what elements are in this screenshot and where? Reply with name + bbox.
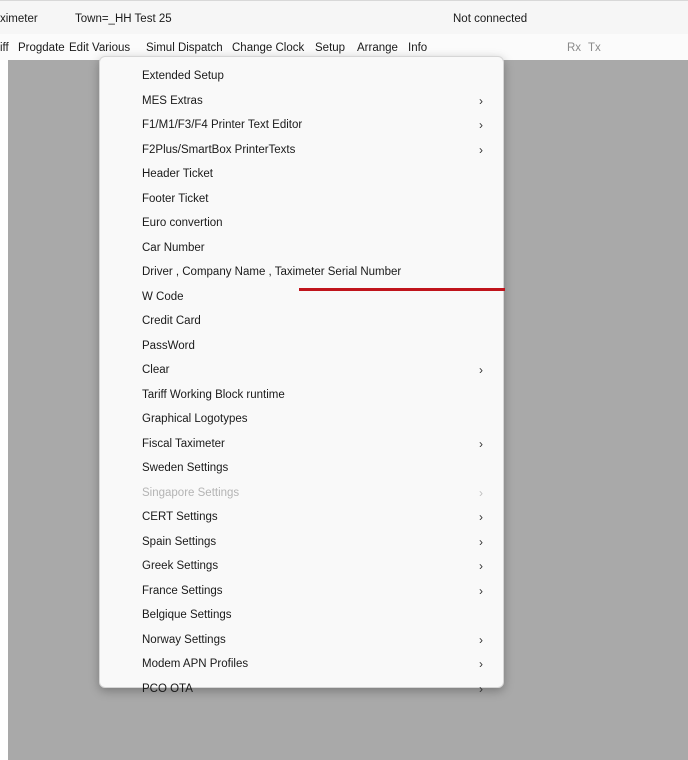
menu-item-f1-m1-f3-f4-printer-text-editor[interactable]: F1/M1/F3/F4 Printer Text Editor › (100, 113, 503, 138)
menu-item-f2plus-smartbox-printertexts[interactable]: F2Plus/SmartBox PrinterTexts › (100, 138, 503, 163)
menu-change-clock[interactable]: Change Clock (232, 42, 304, 54)
rx-indicator: Rx (567, 42, 582, 54)
menu-item-sweden-settings[interactable]: Sweden Settings (100, 456, 503, 481)
menu-item-label: Euro convertion (142, 217, 223, 229)
menu-item-pco-ota[interactable]: PCO OTA › (100, 677, 503, 702)
submenu-arrow-icon: › (479, 93, 483, 108)
menu-progdate[interactable]: Progdate (18, 42, 65, 54)
menu-item-label: Footer Ticket (142, 192, 209, 205)
submenu-arrow-icon: › (479, 681, 483, 696)
menu-arrange[interactable]: Arrange (357, 42, 398, 54)
connection-status: Not connected (453, 13, 528, 25)
menu-tariff[interactable]: iff (0, 42, 9, 54)
menu-item-label: Tariff Working Block runtime (142, 388, 285, 401)
submenu-arrow-icon: › (479, 118, 483, 132)
menu-item-singapore-settings: Singapore Settings › (100, 481, 503, 506)
menu-item-label: Graphical Logotypes (142, 413, 248, 425)
menu-item-label: CERT Settings (142, 511, 218, 523)
menu-item-label: Greek Settings (142, 560, 219, 572)
menu-item-car-number[interactable]: Car Number (100, 236, 503, 261)
menu-item-label: Header Ticket (142, 168, 213, 180)
submenu-arrow-icon: › (479, 485, 483, 500)
town-label: Town=_HH Test 25 (75, 13, 172, 25)
menu-item-label: PCO OTA (142, 682, 193, 695)
menu-item-credit-card[interactable]: Credit Card (100, 309, 503, 334)
menu-item-label: W Code (142, 290, 184, 303)
submenu-arrow-icon: › (479, 632, 483, 647)
tx-indicator: Tx (588, 42, 601, 54)
menu-edit-various[interactable]: Edit Various (69, 42, 130, 54)
submenu-arrow-icon: › (479, 583, 483, 598)
menu-setup[interactable]: Setup (315, 42, 345, 54)
menu-item-password[interactable]: PassWord (100, 334, 503, 359)
menu-item-footer-ticket[interactable]: Footer Ticket (100, 187, 503, 212)
menu-item-spain-settings[interactable]: Spain Settings › (100, 530, 503, 555)
menu-item-label: Fiscal Taximeter (142, 437, 225, 450)
menu-item-label: Car Number (142, 241, 205, 254)
menu-item-mes-extras[interactable]: MES Extras › (100, 89, 503, 114)
submenu-arrow-icon: › (479, 436, 483, 451)
menu-item-belgique-settings[interactable]: Belgique Settings (100, 603, 503, 628)
menu-item-clear[interactable]: Clear › (100, 358, 503, 383)
menu-item-label: Norway Settings (142, 633, 226, 646)
menu-item-label: Belgique Settings (142, 609, 232, 621)
menu-item-label: France Settings (142, 584, 223, 597)
submenu-arrow-icon: › (479, 534, 483, 549)
menu-item-label: Driver , Company Name , Taximeter Serial… (142, 266, 402, 278)
edit-various-dropdown: Extended Setup MES Extras › F1/M1/F3/F4 Pri… (99, 56, 504, 696)
menu-item-label: F1/M1/F3/F4 Printer Text Editor (142, 119, 303, 131)
app-title: ximeter (0, 13, 38, 25)
menu-item-greek-settings[interactable]: Greek Settings › (100, 554, 503, 579)
menu-item-label: Clear (142, 364, 170, 376)
red-annotation-line (299, 288, 505, 291)
menu-info[interactable]: Info (408, 42, 427, 54)
menu-item-france-settings[interactable]: France Settings › (100, 579, 503, 604)
menu-item-modem-apn-profiles[interactable]: Modem APN Profiles › (100, 652, 503, 677)
menu-item-extended-setup[interactable]: Extended Setup (100, 64, 503, 89)
menu-item-label: MES Extras (142, 94, 203, 107)
menu-item-cert-settings[interactable]: CERT Settings › (100, 505, 503, 530)
submenu-arrow-icon: › (479, 657, 483, 671)
menu-item-label: Spain Settings (142, 535, 217, 548)
menu-item-fiscal-taximeter[interactable]: Fiscal Taximeter › (100, 432, 503, 457)
submenu-arrow-icon: › (479, 559, 483, 573)
menu-item-euro-convertion[interactable]: Euro convertion (100, 211, 503, 236)
title-bar: ximeter Town=_HH Test 25 Not connected (0, 0, 688, 35)
menu-item-label: Modem APN Profiles (142, 658, 249, 670)
menu-item-driver-company-name-taximeter-serial-number[interactable]: Driver , Company Name , Taximeter Serial… (100, 260, 503, 285)
menu-item-tariff-working-block-runtime[interactable]: Tariff Working Block runtime (100, 383, 503, 408)
menu-item-graphical-logotypes[interactable]: Graphical Logotypes (100, 407, 503, 432)
menu-item-label: Extended Setup (142, 70, 224, 82)
menu-simul-dispatch[interactable]: Simul Dispatch (146, 42, 223, 54)
menu-item-header-ticket[interactable]: Header Ticket (100, 162, 503, 187)
submenu-arrow-icon: › (479, 510, 483, 524)
menu-item-label: F2Plus/SmartBox PrinterTexts (142, 143, 296, 156)
submenu-arrow-icon: › (479, 142, 483, 157)
submenu-arrow-icon: › (479, 363, 483, 377)
menu-item-label: PassWord (142, 339, 195, 352)
menu-item-label: Sweden Settings (142, 462, 229, 474)
menu-item-label: Credit Card (142, 315, 201, 327)
menu-item-norway-settings[interactable]: Norway Settings › (100, 628, 503, 653)
menu-item-label: Singapore Settings (142, 486, 240, 499)
